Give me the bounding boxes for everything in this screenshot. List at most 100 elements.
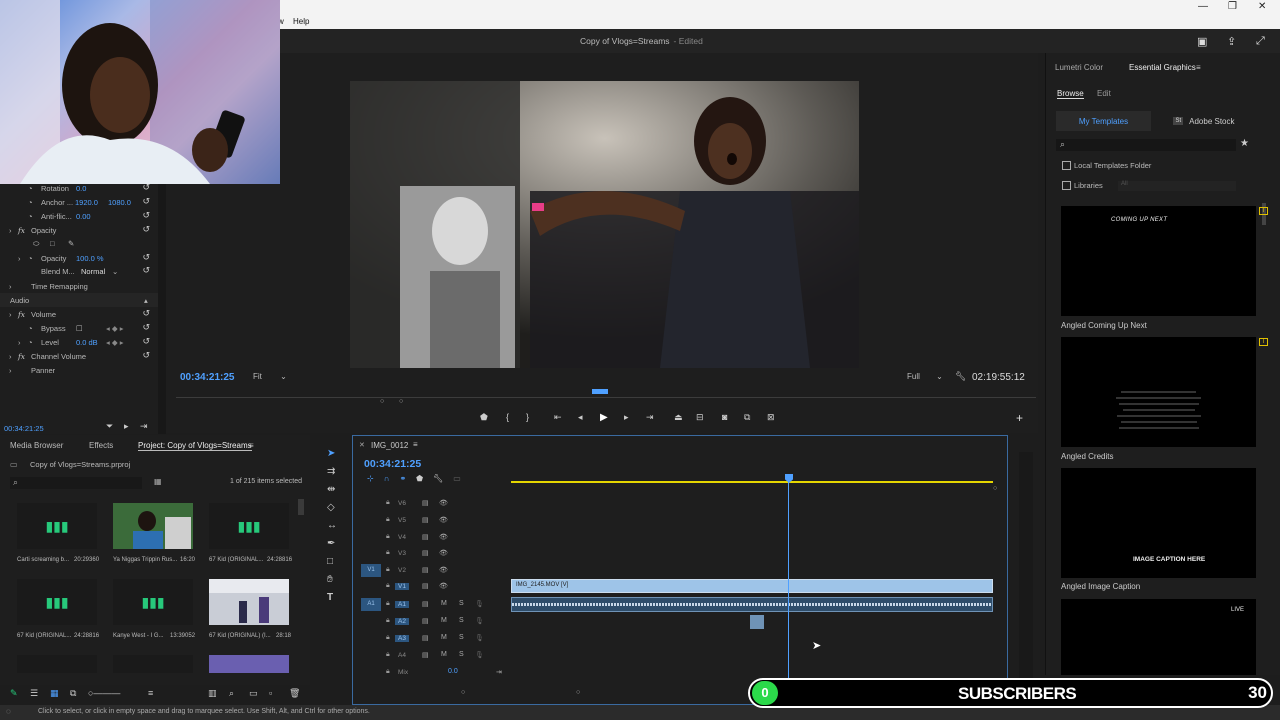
- mute-button[interactable]: M: [441, 651, 447, 658]
- new-bin-icon[interactable]: ▭: [249, 688, 258, 699]
- go-to-end-icon[interactable]: ⇥: [496, 668, 502, 676]
- audio-clip[interactable]: [511, 597, 993, 612]
- channel-volume-section[interactable]: › fx Channel Volume ↺: [0, 349, 158, 363]
- lock-icon[interactable]: 🔒︎: [386, 582, 390, 590]
- lock-icon[interactable]: 🔒︎: [386, 668, 390, 676]
- program-playhead-timecode[interactable]: 00:34:21:25: [180, 372, 234, 383]
- scroll-handle-left[interactable]: ○: [461, 689, 465, 696]
- video-clip[interactable]: IMG_2145.MOV [V]: [511, 579, 993, 593]
- tab-project[interactable]: Project: Copy of Vlogs=Streams: [138, 441, 252, 451]
- scroll-handle-right[interactable]: ○: [576, 689, 580, 696]
- template-thumbnail[interactable]: IMAGE CAPTION HERE: [1061, 468, 1256, 578]
- close-icon[interactable]: ✕: [359, 441, 365, 449]
- stopwatch-icon[interactable]: ◔: [28, 184, 33, 193]
- menu-item-help[interactable]: Help: [293, 17, 309, 26]
- source-patch-a1[interactable]: A1: [361, 598, 381, 611]
- play-icon[interactable]: ▶: [600, 412, 608, 423]
- keyframe-nav-icon[interactable]: ◂ ◆ ▸: [106, 338, 123, 347]
- stopwatch-icon[interactable]: ◔: [28, 198, 33, 207]
- quick-export-icon[interactable]: ▣: [1197, 35, 1207, 48]
- zoom-handle-left[interactable]: ○: [380, 398, 384, 405]
- reset-icon[interactable]: ↺: [142, 322, 150, 333]
- project-item[interactable]: ▮▮▮: [113, 579, 193, 625]
- minimize-icon[interactable]: —: [1198, 1, 1208, 12]
- sequence-tab[interactable]: IMG_0012: [371, 441, 408, 450]
- my-templates-button[interactable]: My Templates: [1056, 111, 1151, 131]
- chevron-down-icon[interactable]: ⌄: [112, 267, 118, 276]
- program-video-frame[interactable]: [350, 81, 859, 368]
- stopwatch-icon[interactable]: ◔: [28, 254, 33, 263]
- scrollbar[interactable]: [298, 499, 304, 515]
- eye-icon[interactable]: 👁︎: [439, 582, 448, 590]
- expand-icon[interactable]: ›: [18, 338, 21, 347]
- filter-icon[interactable]: ⏷: [106, 421, 113, 432]
- linked-selection-icon[interactable]: ⚭: [399, 474, 416, 483]
- microphone-icon[interactable]: 🎙︎: [475, 600, 484, 608]
- zoom-handle[interactable]: ○: [993, 485, 997, 492]
- step-back-icon[interactable]: ◂: [578, 412, 583, 423]
- solo-button[interactable]: S: [459, 634, 464, 641]
- star-icon[interactable]: ★: [1240, 138, 1249, 149]
- zoom-slider[interactable]: ○———: [88, 688, 120, 698]
- mute-button[interactable]: M: [441, 634, 447, 641]
- maximize-icon[interactable]: ❐: [1228, 1, 1237, 12]
- new-bin-from-search-icon[interactable]: ▦: [154, 477, 162, 486]
- panel-menu-icon[interactable]: ≡: [413, 440, 418, 449]
- sync-lock-icon[interactable]: ▤: [422, 651, 429, 659]
- lock-icon[interactable]: 🔒︎: [386, 499, 390, 507]
- panner-section[interactable]: › Panner: [0, 363, 158, 377]
- reset-icon[interactable]: ↺: [142, 210, 150, 221]
- reset-icon[interactable]: ↺: [142, 265, 150, 276]
- resolution-select[interactable]: Full ⌄: [907, 372, 943, 381]
- sync-lock-icon[interactable]: ▤: [422, 634, 429, 642]
- add-marker-icon[interactable]: ⬟: [416, 474, 433, 483]
- project-item[interactable]: [113, 655, 193, 673]
- lock-icon[interactable]: 🔒︎: [386, 533, 390, 541]
- reset-icon[interactable]: ↺: [142, 196, 150, 207]
- opacity-section[interactable]: › fx Opacity ↺: [0, 223, 158, 237]
- effect-controls-timecode[interactable]: 00:34:21:25: [4, 424, 44, 433]
- sync-lock-icon[interactable]: ▤: [422, 617, 429, 625]
- template-thumbnail[interactable]: LIVE: [1061, 599, 1256, 675]
- fullscreen-icon[interactable]: ⤢: [1256, 35, 1265, 48]
- mark-out-icon[interactable]: }: [526, 412, 529, 422]
- wrench-icon[interactable]: 🔧︎: [955, 371, 966, 382]
- panel-menu-icon[interactable]: ≡: [249, 441, 254, 450]
- track-select-tool-icon[interactable]: ⇉: [327, 466, 335, 477]
- fx-icon[interactable]: fx: [18, 226, 25, 235]
- freeform-view-icon[interactable]: ⧉: [70, 688, 76, 699]
- icon-view-icon[interactable]: ▦: [50, 688, 59, 699]
- audio-clip[interactable]: [750, 615, 764, 629]
- project-item[interactable]: [209, 579, 289, 625]
- work-area-bar[interactable]: [511, 481, 993, 483]
- mix-value[interactable]: 0.0: [448, 668, 458, 675]
- tab-effects[interactable]: Effects: [89, 441, 113, 450]
- nest-icon[interactable]: ⊹: [367, 474, 384, 483]
- sync-lock-icon[interactable]: ▤: [422, 600, 429, 608]
- razor-tool-icon[interactable]: ◇: [327, 502, 335, 513]
- button-editor-plus-button[interactable]: +: [1016, 411, 1023, 425]
- lock-icon[interactable]: 🔒︎: [386, 600, 390, 608]
- new-item-icon[interactable]: ▫: [269, 688, 272, 698]
- eye-icon[interactable]: 👁︎: [439, 516, 448, 524]
- expand-icon[interactable]: ›: [9, 282, 12, 291]
- blend-mode-select[interactable]: Normal: [81, 267, 105, 276]
- sort-icon[interactable]: ≡: [148, 688, 153, 698]
- lock-icon[interactable]: 🔒︎: [386, 617, 390, 625]
- adobe-stock-button[interactable]: St Adobe Stock: [1154, 111, 1254, 131]
- volume-section[interactable]: › fx Volume ↺: [0, 307, 158, 321]
- local-templates-checkbox[interactable]: [1062, 161, 1071, 170]
- zoom-handle-right[interactable]: ○: [399, 398, 403, 405]
- source-patch-v1[interactable]: V1: [361, 564, 381, 577]
- reset-icon[interactable]: ↺: [142, 252, 150, 263]
- snap-icon[interactable]: ∩: [384, 474, 400, 483]
- pen-tool-icon[interactable]: ✒: [327, 538, 335, 549]
- project-item[interactable]: [17, 655, 97, 673]
- expand-icon[interactable]: ›: [18, 254, 21, 263]
- program-scrub-bar[interactable]: [176, 397, 1036, 398]
- mute-button[interactable]: M: [441, 600, 447, 607]
- collapse-icon[interactable]: ▴: [144, 296, 148, 305]
- sync-lock-icon[interactable]: ▤: [422, 566, 429, 574]
- fx-icon[interactable]: fx: [18, 352, 25, 361]
- go-to-out-icon[interactable]: ⇥: [646, 412, 654, 423]
